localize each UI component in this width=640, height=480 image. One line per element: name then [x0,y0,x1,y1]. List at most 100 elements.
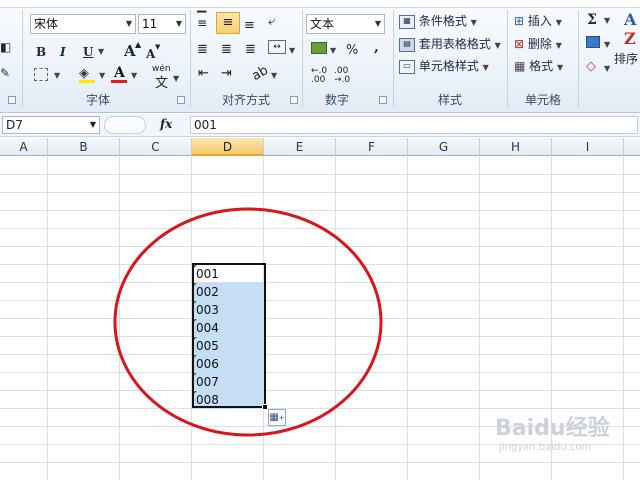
watermark: Baidu经验 jingyan.baidu.com [495,410,635,470]
merge-center-icon[interactable]: ↔ [268,40,286,54]
font-size-combo[interactable]: 11 ▼ [138,14,186,34]
font-dialog-launcher[interactable] [177,96,185,104]
insert-cells-button[interactable]: ⊞ 插入 ▼ [514,12,562,32]
table-format-icon: ▤ [399,37,415,52]
fill-icon[interactable] [586,36,600,48]
name-box[interactable]: D7 ▼ [2,116,100,134]
conditional-format-label: 条件格式 [418,14,467,28]
delete-icon: ⊠ [514,37,525,51]
decrease-decimal-button[interactable]: .00 →.0 [334,67,356,85]
delete-label: 删除 [527,37,552,51]
font-family-combo[interactable]: 宋体 ▼ [30,14,136,34]
sort-filter-icon[interactable]: AZ [624,10,636,48]
format-painter-icon[interactable]: ✎ [0,64,10,82]
column-header-b[interactable]: B [48,138,120,156]
selection-border [192,263,266,408]
chevron-down-icon: ▼ [555,18,562,27]
alignment-group-label: 对齐方式 [221,93,270,107]
autosum-button[interactable]: Σ [587,11,597,29]
align-top-icon[interactable]: ▔ ≡ [197,12,213,29]
accounting-dropdown-icon[interactable]: ▼ [330,46,336,55]
align-center-icon[interactable]: ≣ [221,42,232,57]
font-color-dropdown-icon[interactable]: ▼ [131,71,137,80]
underline-button[interactable]: U [83,43,93,61]
grow-font-button[interactable]: A [124,42,136,60]
clear-icon[interactable]: ◇ [586,59,596,74]
group-separator [393,10,394,108]
number-dialog-launcher[interactable] [379,96,387,104]
formula-input[interactable]: 001 [190,116,638,134]
sort-filter-label[interactable]: 排序 [614,50,638,68]
percent-button[interactable]: % [346,42,358,60]
grid-row-line [0,192,640,193]
wrap-text-icon[interactable]: ⤶ [268,14,275,29]
column-header-i[interactable]: I [552,138,624,156]
insert-function-button[interactable]: fx [160,117,172,131]
phonetic-guide-icon[interactable]: 文 [155,72,168,91]
merge-dropdown-icon[interactable]: ▼ [289,46,295,55]
font-size-value: 11 [142,17,158,31]
copy-icon[interactable]: ◧ [0,38,11,56]
chevron-down-icon: ▼ [557,63,564,72]
decrease-indent-icon[interactable]: ⇤ [198,66,209,81]
name-box-value: D7 [6,118,23,132]
formula-bar-resize-handle[interactable] [104,116,146,134]
autosum-dropdown-icon[interactable]: ▼ [604,16,610,25]
delete-cells-button[interactable]: ⊠ 删除 ▼ [514,35,562,55]
accounting-format-icon[interactable] [311,42,327,54]
watermark-url: jingyan.baidu.com [499,442,592,453]
alignment-dialog-launcher[interactable] [290,96,298,104]
borders-icon[interactable] [34,68,48,81]
column-header-e[interactable]: E [264,138,336,156]
align-bottom-icon[interactable]: ≡ [244,18,255,33]
shrink-font-button[interactable]: A [146,45,155,63]
styles-group-label: 样式 [437,93,462,107]
grid-row-line [0,282,640,283]
format-label: 格式 [529,59,554,73]
italic-button[interactable]: I [60,43,66,61]
fill-color-icon[interactable]: ◈ [79,66,89,81]
increase-indent-icon[interactable]: ⇥ [221,66,232,81]
autofill-options-icon[interactable]: ▦+ [268,409,286,426]
clipboard-dialog-launcher[interactable] [8,96,16,104]
format-as-table-button[interactable]: ▤ 套用表格格式 ▼ [399,35,501,55]
orientation-dropdown-icon[interactable]: ▼ [271,71,277,80]
number-format-combo[interactable]: 文本 ▼ [306,14,385,34]
align-left-icon[interactable]: ≣ [197,42,208,57]
column-header-h[interactable]: H [480,138,552,156]
column-header-g[interactable]: G [408,138,480,156]
phonetic-dropdown-icon[interactable]: ▼ [173,74,179,83]
fill-dropdown-icon[interactable]: ▼ [604,40,610,49]
decrease-decimal-label: .00 →.0 [334,66,351,85]
format-as-table-label: 套用表格格式 [418,37,491,51]
increase-decimal-button[interactable]: ←.0 .00 [311,67,333,85]
conditional-format-icon: ▦ [399,14,415,29]
format-cells-button[interactable]: ▦ 格式 ▼ [514,57,563,77]
column-header-c[interactable]: C [120,138,192,156]
formula-value: 001 [194,118,217,132]
grid-row-line [0,228,640,229]
conditional-format-button[interactable]: ▦ 条件格式 ▼ [399,12,477,32]
fill-dropdown-icon[interactable]: ▼ [99,71,105,80]
grid-row-line [0,210,640,211]
cell-styles-button[interactable]: ▭ 单元格样式 ▼ [399,57,489,77]
comma-button[interactable]: , [374,38,379,56]
group-separator [578,10,579,108]
shrink-arrow-icon: ▼ [155,43,161,51]
number-format-value: 文本 [310,17,335,31]
borders-dropdown-icon[interactable]: ▼ [54,71,60,80]
clear-dropdown-icon[interactable]: ▼ [604,64,610,73]
chevron-down-icon: ▼ [89,120,96,129]
cell-styles-icon: ▭ [399,59,415,74]
column-header-f[interactable]: F [336,138,408,156]
align-right-icon[interactable]: ≣ [245,42,256,57]
bold-button[interactable]: B [36,43,46,61]
insert-icon: ⊞ [514,14,525,28]
align-middle-icon[interactable]: ≡ [216,12,240,34]
underline-dropdown-icon[interactable]: ▼ [98,47,104,56]
grid-row-line [0,300,640,301]
chevron-down-icon: ▼ [175,19,182,28]
column-header-d[interactable]: D [192,138,264,156]
column-header-a[interactable]: A [0,138,48,156]
grid-row-line [0,264,640,265]
